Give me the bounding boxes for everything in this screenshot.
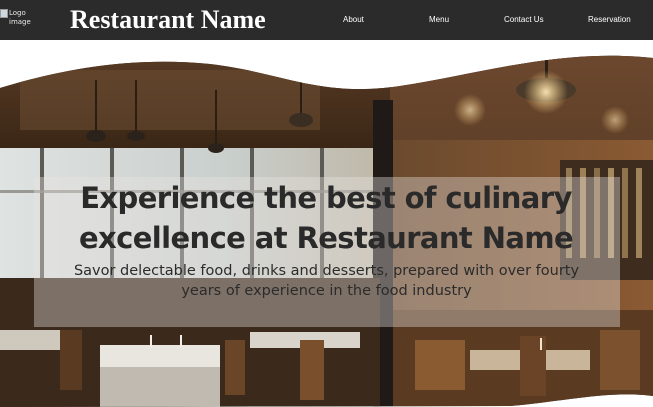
broken-image-icon [0,9,8,18]
nav-link-reservation[interactable]: Reservation [588,12,631,28]
logo-alt-text: Logo image [9,9,31,26]
hero-headline: Experience the best of culinary excellen… [78,181,574,255]
hero-subheading: Savor delectable food, drinks and desser… [73,263,580,299]
nav-link-about[interactable]: About [343,12,364,28]
logo-image[interactable]: Logo image [0,9,46,31]
brand-name[interactable]: Restaurant Name [70,4,266,36]
nav-link-menu[interactable]: Menu [429,12,449,28]
hero-section: Experience the best of culinary excellen… [0,40,653,407]
navbar: Logo image Restaurant Name About Menu Co… [0,0,653,40]
nav-link-contact-us[interactable]: Contact Us [504,12,544,28]
